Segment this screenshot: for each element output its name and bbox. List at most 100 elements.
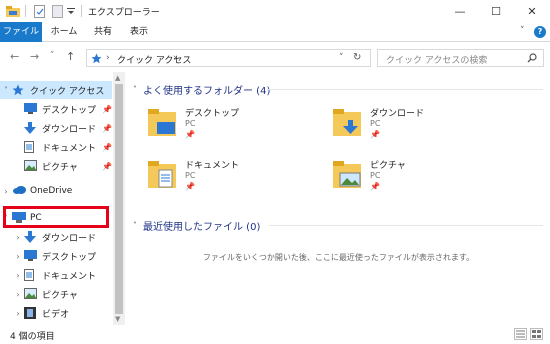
folder-location: PC xyxy=(370,171,381,180)
up-button[interactable]: ↑ xyxy=(66,50,75,63)
folder-tile-documents[interactable]: ドキュメント PC 📌 xyxy=(147,158,307,206)
folder-location: PC xyxy=(185,119,196,128)
forward-button[interactable]: → xyxy=(30,50,39,63)
address-text: クイック アクセス xyxy=(117,56,192,66)
sidebar-item-pc-documents[interactable]: › ドキュメント xyxy=(0,266,112,284)
address-bar[interactable]: › クイック アクセス › ˅ ↻ xyxy=(86,49,371,67)
folder-tile-pictures[interactable]: ピクチャ PC 📌 xyxy=(332,158,492,206)
expand-arrow-icon[interactable]: › xyxy=(12,271,24,280)
collapse-arrow-icon[interactable]: ˅ xyxy=(0,86,12,95)
recent-files-empty-message: ファイルをいくつか開いた後、ここに最近使ったファイルが表示されます。 xyxy=(202,253,475,262)
sidebar-item-label: ビデオ xyxy=(42,309,70,320)
desktop-icon xyxy=(24,250,38,262)
folder-name: ダウンロード xyxy=(370,109,425,119)
status-bar: 4 個の項目 xyxy=(0,325,550,344)
sidebar-item-label: ピクチャ xyxy=(42,290,78,301)
expand-arrow-icon[interactable]: › xyxy=(12,309,24,318)
group-divider xyxy=(269,225,543,226)
navigation-pane-scrollbar[interactable]: ▲ ▼ xyxy=(113,72,125,325)
explorer-app-icon[interactable] xyxy=(6,4,20,18)
navigation-pane: ˅ クイック アクセス デスクトップ 📌 ダウンロード 📌 ドキュメント 📌 ピ… xyxy=(0,72,125,325)
sidebar-item-pc-videos[interactable]: › ビデオ xyxy=(0,304,112,322)
sidebar-item-pc-pictures[interactable]: › ピクチャ xyxy=(0,285,112,303)
pin-icon: 📌 xyxy=(185,130,195,139)
search-box[interactable]: クイック アクセスの検索 xyxy=(377,49,544,67)
sidebar-item-quick-access[interactable]: ˅ クイック アクセス xyxy=(0,81,112,99)
pin-icon: 📌 xyxy=(102,161,112,171)
tab-view[interactable]: 表示 xyxy=(124,22,154,42)
pin-icon: 📌 xyxy=(102,104,112,114)
sidebar-item-label: ダウンロード xyxy=(42,124,97,135)
expand-arrow-icon[interactable]: › xyxy=(12,252,24,261)
scrollbar-thumb[interactable] xyxy=(115,84,123,314)
address-separator-icon: › xyxy=(106,53,110,63)
pin-icon: 📌 xyxy=(102,142,112,152)
picture-icon xyxy=(24,160,38,172)
title-bar: エクスプローラー — ☐ ✕ xyxy=(0,0,550,22)
minimize-button[interactable]: — xyxy=(442,0,478,22)
sidebar-item-onedrive[interactable]: › OneDrive xyxy=(0,182,112,200)
folder-name: ドキュメント xyxy=(185,161,240,171)
customize-toolbar-icon[interactable] xyxy=(66,4,76,18)
tab-share[interactable]: 共有 xyxy=(88,22,118,42)
sidebar-item-pc-downloads[interactable]: › ダウンロード xyxy=(0,228,112,246)
sidebar-item-pc-desktop[interactable]: › デスクトップ xyxy=(0,247,112,265)
toolbar-divider xyxy=(80,4,82,18)
video-icon xyxy=(24,307,38,319)
folder-location: PC xyxy=(185,171,196,180)
sidebar-item-label: ピクチャ xyxy=(42,162,78,173)
folder-name: デスクトップ xyxy=(185,109,240,119)
frequent-folders-title: よく使用するフォルダー (4) xyxy=(143,86,271,97)
expand-arrow-icon[interactable]: › xyxy=(12,233,24,242)
sidebar-item-downloads-pinned[interactable]: ダウンロード 📌 xyxy=(0,119,112,137)
toolbar-divider xyxy=(24,4,26,18)
tab-file[interactable]: ファイル xyxy=(0,22,42,42)
tab-home[interactable]: ホーム xyxy=(46,22,82,42)
pin-icon: 📌 xyxy=(102,123,112,133)
recent-locations-button[interactable]: ˅ xyxy=(50,51,55,61)
star-icon xyxy=(91,53,102,67)
item-count: 4 個の項目 xyxy=(10,332,55,342)
navigation-bar: ← → ˅ ↑ › クイック アクセス › ˅ ↻ クイック アクセスの検索 xyxy=(0,42,550,72)
details-view-icon[interactable] xyxy=(514,328,527,340)
back-button[interactable]: ← xyxy=(10,50,19,63)
scroll-up-icon[interactable]: ▲ xyxy=(115,74,120,82)
folder-tile-desktop[interactable]: デスクトップ PC 📌 xyxy=(147,106,307,154)
pin-icon: 📌 xyxy=(370,130,380,139)
recent-files-header[interactable]: ˅ 最近使用したファイル (0) xyxy=(133,218,260,233)
download-icon xyxy=(24,122,38,134)
address-separator-icon: › xyxy=(173,53,177,63)
document-icon xyxy=(24,141,38,153)
expand-ribbon-icon[interactable]: ˅ xyxy=(520,26,525,36)
folder-tile-downloads[interactable]: ダウンロード PC 📌 xyxy=(332,106,492,154)
collapse-group-icon[interactable]: ˅ xyxy=(133,221,137,230)
document-icon xyxy=(24,269,38,281)
scroll-down-icon[interactable]: ▼ xyxy=(115,315,120,323)
help-icon[interactable]: ? xyxy=(534,26,546,38)
picture-folder-icon xyxy=(332,158,364,190)
frequent-folders-header[interactable]: ˅ よく使用するフォルダー (4) xyxy=(133,82,270,97)
new-folder-icon[interactable] xyxy=(50,4,64,18)
sidebar-item-label: OneDrive xyxy=(30,186,73,196)
sidebar-item-label: クイック アクセス xyxy=(30,86,105,97)
group-divider xyxy=(267,89,543,90)
refresh-icon[interactable]: ↻ xyxy=(353,52,361,63)
expand-arrow-icon[interactable]: › xyxy=(12,290,24,299)
sidebar-item-documents-pinned[interactable]: ドキュメント 📌 xyxy=(0,138,112,156)
large-icons-view-icon[interactable] xyxy=(530,328,543,340)
star-icon xyxy=(12,84,26,96)
sidebar-item-label: ダウンロード xyxy=(42,233,97,244)
maximize-button[interactable]: ☐ xyxy=(478,0,514,22)
cloud-icon xyxy=(12,185,26,197)
expand-arrow-icon[interactable]: › xyxy=(0,187,12,196)
download-icon xyxy=(24,231,38,243)
collapse-group-icon[interactable]: ˅ xyxy=(133,85,137,94)
sidebar-item-desktop-pinned[interactable]: デスクトップ 📌 xyxy=(0,100,112,118)
sidebar-item-pictures-pinned[interactable]: ピクチャ 📌 xyxy=(0,157,112,175)
document-folder-icon xyxy=(147,158,179,190)
properties-icon[interactable] xyxy=(32,4,46,18)
address-dropdown-icon[interactable]: ˅ xyxy=(339,53,344,63)
pin-icon: 📌 xyxy=(185,182,195,191)
close-button[interactable]: ✕ xyxy=(514,0,550,22)
sidebar-item-label: デスクトップ xyxy=(42,252,97,263)
